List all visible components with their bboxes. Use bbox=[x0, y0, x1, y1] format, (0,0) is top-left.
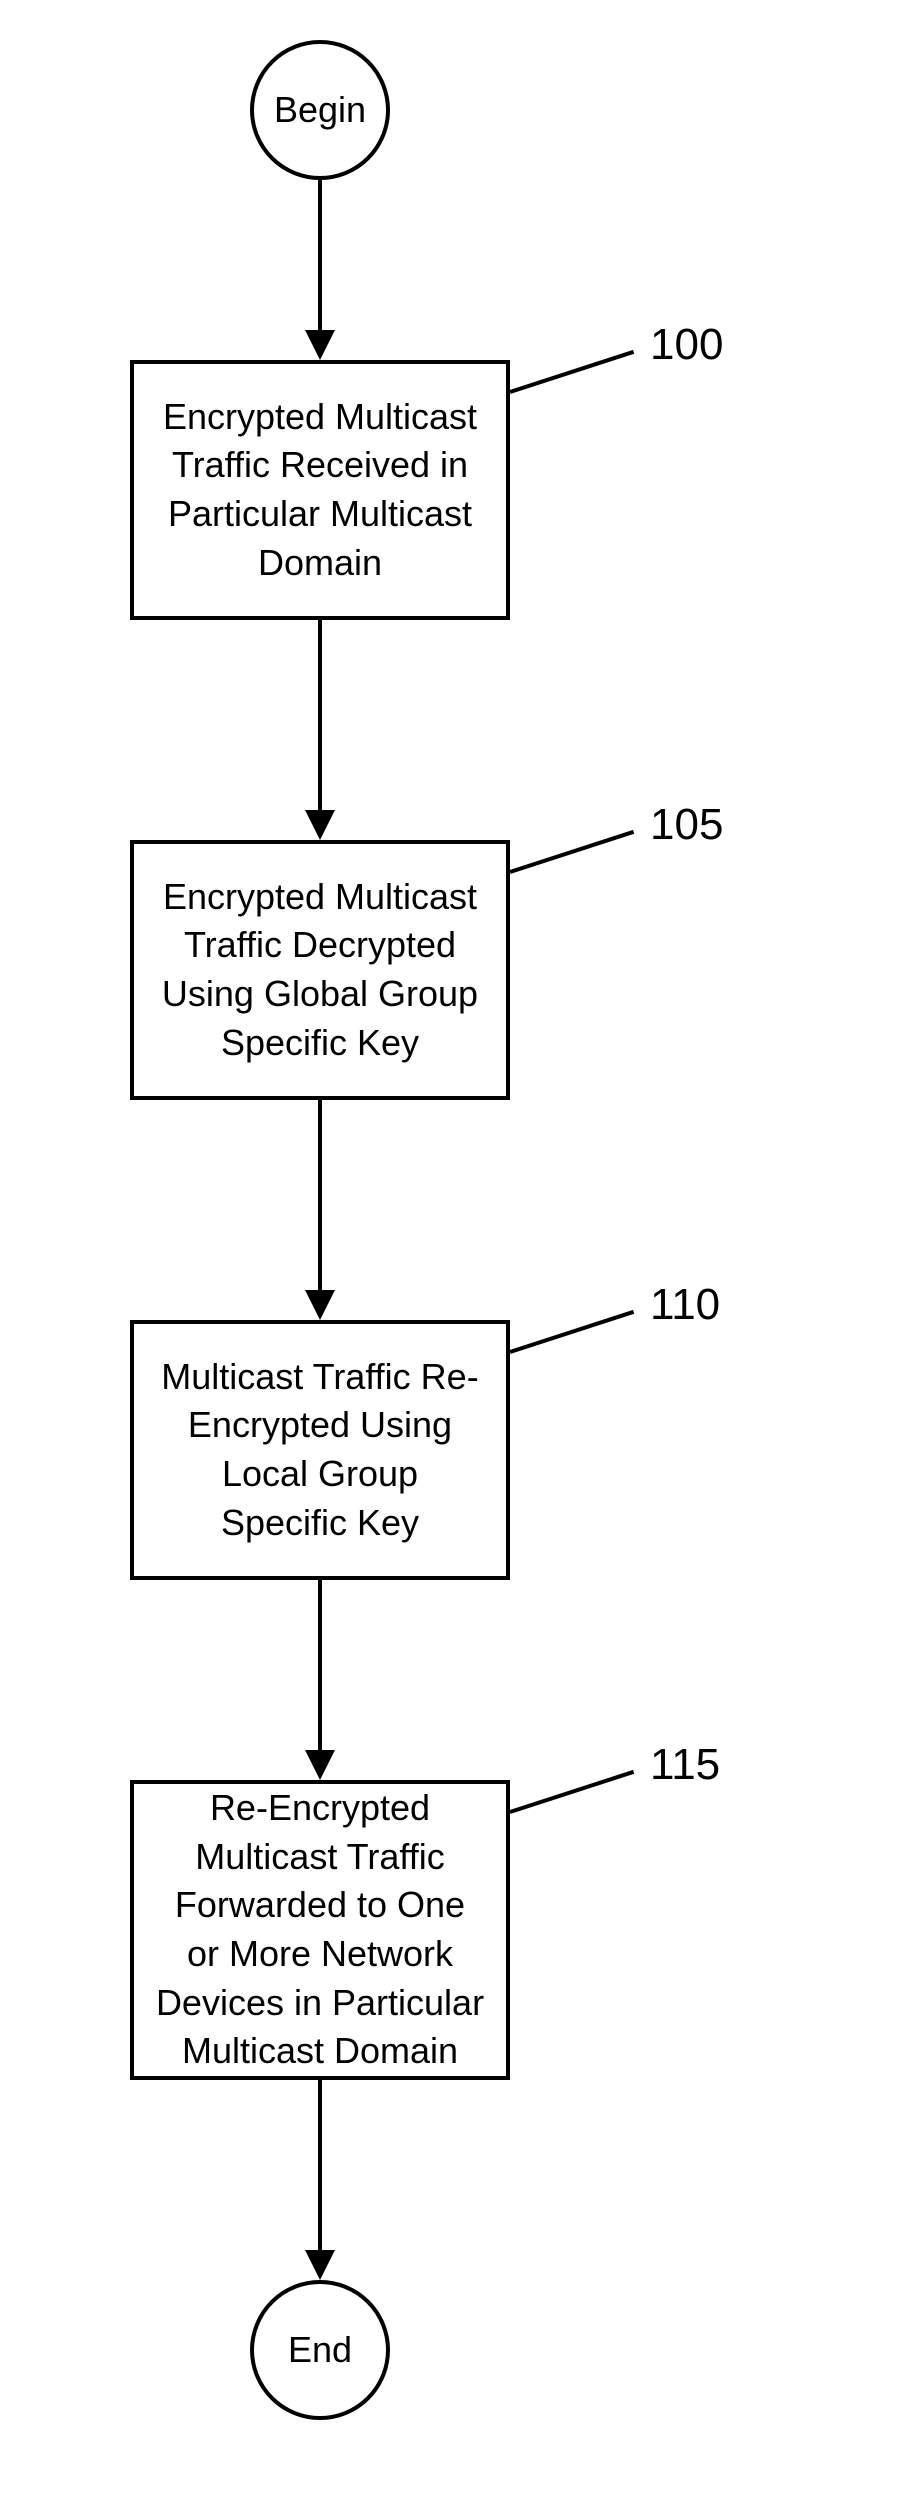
leader-line-105 bbox=[509, 830, 634, 874]
process-step-100-text: Encrypted Multicast Traffic Received in … bbox=[154, 393, 486, 587]
process-step-105-text: Encrypted Multicast Traffic Decrypted Us… bbox=[154, 873, 486, 1067]
process-step-100: Encrypted Multicast Traffic Received in … bbox=[130, 360, 510, 620]
ref-label-115: 115 bbox=[650, 1740, 720, 1790]
arrow-110-to-115 bbox=[300, 1580, 340, 1780]
terminal-begin: Begin bbox=[250, 40, 390, 180]
leader-line-110 bbox=[509, 1310, 634, 1354]
ref-label-110: 110 bbox=[650, 1280, 720, 1330]
ref-label-105: 105 bbox=[650, 800, 723, 850]
flowchart-canvas: Begin Encrypted Multicast Traffic Receiv… bbox=[0, 0, 907, 2493]
process-step-115: Re-Encrypted Multicast Traffic Forwarded… bbox=[130, 1780, 510, 2080]
arrow-105-to-110 bbox=[300, 1100, 340, 1320]
leader-line-100 bbox=[509, 350, 634, 394]
arrow-100-to-105 bbox=[300, 620, 340, 840]
process-step-110: Multicast Traffic Re-Encrypted Using Loc… bbox=[130, 1320, 510, 1580]
terminal-end-label: End bbox=[288, 2329, 352, 2371]
leader-line-115 bbox=[509, 1770, 634, 1814]
arrow-begin-to-100 bbox=[300, 180, 340, 360]
ref-label-100: 100 bbox=[650, 320, 723, 370]
process-step-115-text: Re-Encrypted Multicast Traffic Forwarded… bbox=[154, 1784, 486, 2076]
arrow-115-to-end bbox=[300, 2080, 340, 2280]
process-step-105: Encrypted Multicast Traffic Decrypted Us… bbox=[130, 840, 510, 1100]
terminal-begin-label: Begin bbox=[274, 89, 366, 131]
process-step-110-text: Multicast Traffic Re-Encrypted Using Loc… bbox=[154, 1353, 486, 1547]
terminal-end: End bbox=[250, 2280, 390, 2420]
